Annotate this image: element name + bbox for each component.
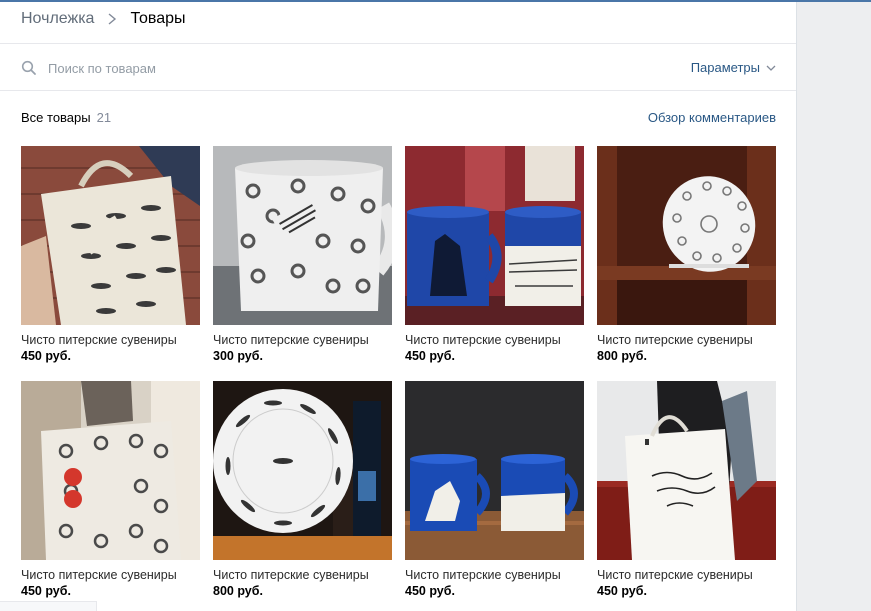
product-title: Чисто питерские сувениры (405, 333, 561, 347)
product-price: 450 руб. (21, 584, 71, 598)
product-image-blue-mugs (405, 146, 584, 325)
search-divider (0, 90, 796, 91)
product-card[interactable]: Чисто питерские сувениры 450 руб. (405, 381, 584, 600)
product-title: Чисто питерские сувениры (213, 333, 369, 347)
product-image-white-bag (597, 381, 776, 560)
breadcrumb-current: Товары (130, 10, 186, 27)
product-title: Чисто питерские сувениры (213, 568, 369, 582)
product-price: 450 руб. (405, 584, 455, 598)
product-card[interactable]: Чисто питерские сувениры 450 руб. (597, 381, 776, 600)
product-price: 300 руб. (213, 349, 263, 363)
breadcrumb: Ночлежка Товары (21, 9, 186, 29)
product-price: 800 руб. (597, 349, 647, 363)
search-icon (21, 60, 36, 75)
product-card[interactable]: Чисто питерские сувениры 800 руб. (213, 381, 392, 600)
product-image-blue-mugs-dark (405, 381, 584, 560)
chevron-right-icon (109, 13, 117, 25)
product-card[interactable]: Чисто питерские сувениры 450 руб. (21, 381, 200, 600)
product-count: 21 (96, 110, 112, 125)
product-price: 800 руб. (213, 584, 263, 598)
breadcrumb-parent-link[interactable]: Ночлежка (21, 10, 94, 28)
product-card[interactable]: Чисто питерские сувениры 450 руб. (21, 146, 200, 365)
product-price: 450 руб. (21, 349, 71, 363)
search-input[interactable] (48, 57, 608, 79)
section-header: Все товары 21 Обзор комментариев (21, 109, 776, 127)
product-title: Чисто питерские сувениры (21, 568, 177, 582)
filters-label: Параметры (690, 60, 760, 75)
filters-dropdown[interactable]: Параметры (691, 60, 776, 75)
product-image-fish-plate (213, 381, 392, 560)
product-title: Чисто питерские сувениры (597, 333, 753, 347)
search-bar: Параметры (0, 45, 796, 91)
chevron-down-icon (766, 65, 776, 71)
header-divider (0, 43, 796, 44)
product-title: Чисто питерские сувениры (405, 568, 561, 582)
product-price: 450 руб. (405, 349, 455, 363)
bottom-bar-edge (0, 601, 97, 611)
product-image-tote-bag-donuts (21, 381, 200, 560)
product-card[interactable]: Чисто питерские сувениры 800 руб. (597, 146, 776, 365)
product-card[interactable]: Чисто питерские сувениры 300 руб. (213, 146, 392, 365)
product-title: Чисто питерские сувениры (21, 333, 177, 347)
product-price: 450 руб. (597, 584, 647, 598)
product-image-mug (213, 146, 392, 325)
product-image-plate (597, 146, 776, 325)
section-title: Все товары (21, 110, 91, 125)
comments-overview-link[interactable]: Обзор комментариев (648, 110, 776, 125)
product-image-tote-bag (21, 146, 200, 325)
product-card[interactable]: Чисто питерские сувениры 450 руб. (405, 146, 584, 365)
product-title: Чисто питерские сувениры (597, 568, 753, 582)
market-panel: Ночлежка Товары Параметры Все товары 21 О… (0, 2, 797, 611)
